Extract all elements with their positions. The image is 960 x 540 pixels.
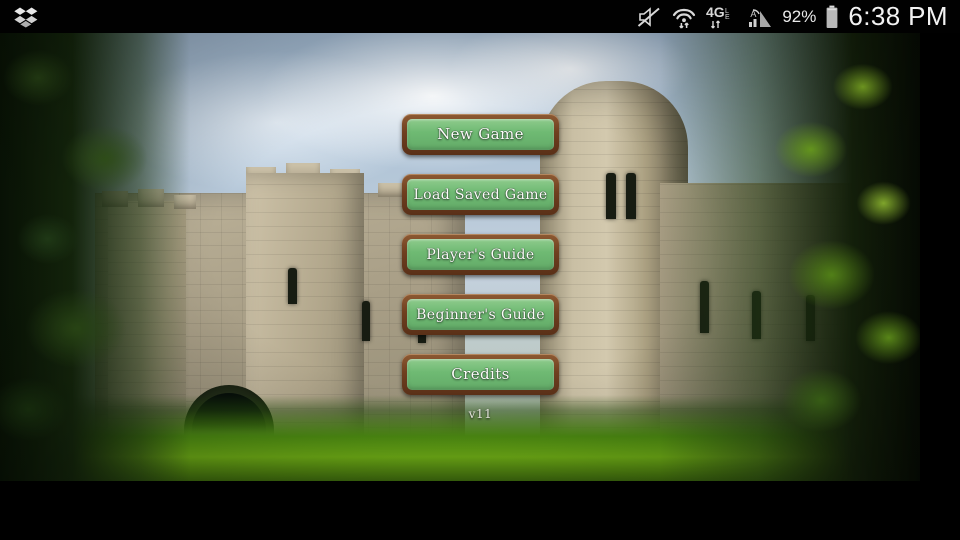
dropbox-icon (14, 6, 38, 28)
game-title-screen: New Game Load Saved Game Player's Guide … (0, 33, 920, 481)
status-bar-notifications (14, 6, 38, 28)
cellular-signal-icon: A (745, 4, 773, 30)
new-game-label: New Game (437, 125, 524, 143)
beginners-guide-label: Beginner's Guide (416, 306, 545, 323)
phone-screen: 4G L E A 92% 6:38 PM New Game Load Saved… (0, 0, 960, 540)
battery-icon (825, 5, 839, 29)
castle-window (626, 173, 636, 219)
button-inner: New Game (407, 119, 554, 150)
castle-window (606, 173, 616, 219)
status-bar-clock: 6:38 PM (848, 1, 948, 31)
letterbox-bottom (0, 481, 960, 540)
wifi-icon (671, 4, 697, 30)
version-label: v11 (468, 407, 493, 421)
status-bar-indicators: 4G L E A 92% 6:38 PM (636, 1, 948, 32)
android-status-bar: 4G L E A 92% 6:38 PM (0, 0, 960, 33)
castle-window (362, 301, 370, 341)
silent-mode-icon (636, 5, 662, 29)
4g-lte-icon: 4G L E (706, 4, 736, 30)
button-inner: Credits (407, 359, 554, 390)
players-guide-label: Player's Guide (426, 246, 535, 263)
svg-text:E: E (725, 14, 730, 21)
new-game-button[interactable]: New Game (402, 114, 559, 155)
castle-window (288, 268, 297, 304)
players-guide-button[interactable]: Player's Guide (402, 234, 559, 275)
foliage-left (0, 33, 190, 481)
button-inner: Player's Guide (407, 239, 554, 270)
battery-percent-label: 92% (782, 6, 817, 26)
svg-text:4G: 4G (706, 4, 725, 20)
beginners-guide-button[interactable]: Beginner's Guide (402, 294, 559, 335)
foliage-right (660, 33, 920, 481)
svg-text:A: A (751, 9, 757, 19)
letterbox-right (920, 33, 960, 481)
button-inner: Beginner's Guide (407, 299, 554, 330)
button-inner: Load Saved Game (407, 179, 554, 210)
load-saved-game-label: Load Saved Game (413, 186, 548, 203)
main-menu: New Game Load Saved Game Player's Guide … (402, 114, 559, 395)
credits-button[interactable]: Credits (402, 354, 559, 395)
load-saved-game-button[interactable]: Load Saved Game (402, 174, 559, 215)
credits-label: Credits (451, 365, 510, 383)
